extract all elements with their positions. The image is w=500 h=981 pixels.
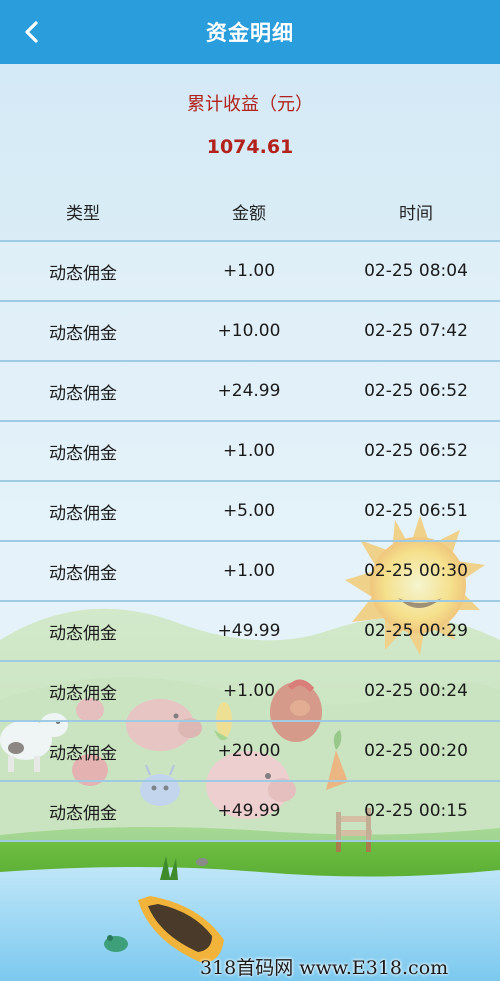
- page-title: 资金明细: [206, 21, 294, 45]
- row-type: 动态佣金: [49, 563, 117, 584]
- table-row: 动态佣金 +1.00 02-25 00:30: [0, 542, 500, 602]
- row-time: 02-25 06:52: [364, 381, 468, 401]
- earnings-summary: 累计收益（元） 1074.61: [0, 64, 500, 182]
- row-amount: +1.00: [222, 441, 276, 461]
- table-row: 动态佣金 +49.99 02-25 00:15: [0, 782, 500, 842]
- column-header-amount: 金额: [232, 203, 266, 224]
- row-time: 02-25 07:42: [364, 321, 468, 341]
- row-type: 动态佣金: [49, 383, 117, 404]
- table-row: 动态佣金 +24.99 02-25 06:52: [0, 362, 500, 422]
- row-time: 02-25 00:15: [364, 801, 468, 821]
- row-amount: +1.00: [222, 261, 276, 281]
- column-header-time: 时间: [399, 203, 433, 224]
- row-type: 动态佣金: [49, 443, 117, 464]
- row-type: 动态佣金: [49, 263, 117, 284]
- row-amount: +24.99: [217, 381, 281, 401]
- total-earnings-label: 累计收益（元）: [187, 94, 313, 115]
- row-time: 02-25 00:29: [364, 621, 468, 641]
- column-header-type: 类型: [66, 203, 100, 224]
- row-amount: +10.00: [217, 321, 281, 341]
- row-type: 动态佣金: [49, 503, 117, 524]
- row-type: 动态佣金: [49, 323, 117, 344]
- table-row: 动态佣金 +1.00 02-25 08:04: [0, 242, 500, 302]
- row-amount: +49.99: [217, 621, 281, 641]
- site-watermark: 318首码网 www.E318.com: [200, 957, 449, 979]
- row-time: 02-25 00:20: [364, 741, 468, 761]
- row-amount: +1.00: [222, 681, 276, 701]
- table-row: 动态佣金 +49.99 02-25 00:29: [0, 602, 500, 662]
- chevron-left-icon: [25, 21, 38, 43]
- row-time: 02-25 08:04: [364, 261, 468, 281]
- table-header: 类型 金额 时间: [0, 182, 500, 242]
- app-header: 资金明细: [0, 0, 500, 64]
- funds-detail-table: 类型 金额 时间 动态佣金 +1.00 02-25 08:04 动态佣金 +10…: [0, 182, 500, 842]
- total-earnings-value: 1074.61: [206, 136, 294, 158]
- back-button[interactable]: [14, 14, 50, 50]
- row-type: 动态佣金: [49, 743, 117, 764]
- row-amount: +49.99: [217, 801, 281, 821]
- table-row: 动态佣金 +1.00 02-25 00:24: [0, 662, 500, 722]
- table-row: 动态佣金 +5.00 02-25 06:51: [0, 482, 500, 542]
- row-time: 02-25 06:51: [364, 501, 468, 521]
- row-time: 02-25 00:24: [364, 681, 468, 701]
- row-time: 02-25 00:30: [364, 561, 468, 581]
- row-type: 动态佣金: [49, 683, 117, 704]
- row-amount: +1.00: [222, 561, 276, 581]
- row-amount: +20.00: [217, 741, 281, 761]
- row-type: 动态佣金: [49, 803, 117, 824]
- table-row: 动态佣金 +1.00 02-25 06:52: [0, 422, 500, 482]
- row-time: 02-25 06:52: [364, 441, 468, 461]
- table-row: 动态佣金 +20.00 02-25 00:20: [0, 722, 500, 782]
- row-type: 动态佣金: [49, 623, 117, 644]
- table-row: 动态佣金 +10.00 02-25 07:42: [0, 302, 500, 362]
- row-amount: +5.00: [222, 501, 276, 521]
